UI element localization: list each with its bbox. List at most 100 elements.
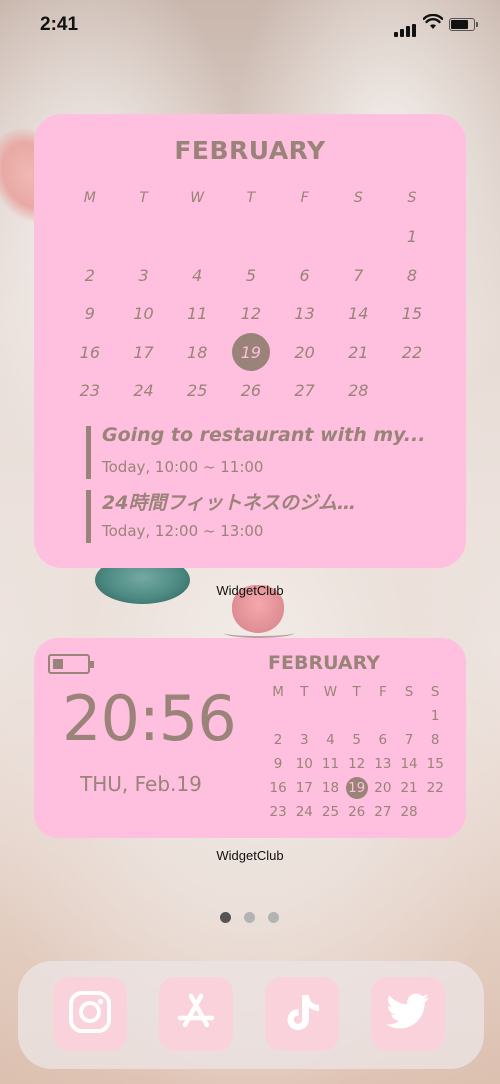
calendar-day[interactable]: 16 [63,333,117,372]
calendar-day[interactable]: 18 [317,776,343,800]
calendar-day[interactable]: 28 [396,800,422,824]
calendar-day[interactable]: 27 [370,800,396,824]
calendar-day[interactable]: 19 [344,776,370,800]
calendar-day[interactable]: 24 [117,372,171,411]
weekday-label: W [323,684,338,700]
calendar-day[interactable]: 1 [422,704,448,728]
calendar-day[interactable]: 26 [224,372,278,411]
calendar-day[interactable]: 2 [63,256,117,295]
calendar-day[interactable]: 19 [224,333,278,372]
calendar-empty-cell [370,704,396,728]
calendar-day[interactable]: 11 [170,295,224,334]
weekday-label: M [83,190,96,207]
calendar-day[interactable]: 12 [224,295,278,334]
calendar-day[interactable]: 10 [117,295,171,334]
calendar-empty-cell [344,704,370,728]
calendar-day[interactable]: 14 [396,752,422,776]
cat-mouth [224,628,294,638]
calendar-month-title: FEBRUARY [174,136,326,165]
calendar-day[interactable]: 4 [170,256,224,295]
calendar-day[interactable]: 25 [317,800,343,824]
calendar-day[interactable]: 3 [291,728,317,752]
calendar-day[interactable]: 15 [422,752,448,776]
calendar-day[interactable]: 27 [278,372,332,411]
calendar-day[interactable]: 21 [396,776,422,800]
weekday-label: T [139,190,148,207]
calendar-empty-cell [422,800,448,824]
weekday-label: S [407,190,417,207]
weekday-label: S [353,190,363,207]
calendar-day[interactable]: 28 [331,372,385,411]
calendar-day[interactable]: 11 [317,752,343,776]
calendar-day[interactable]: 18 [170,333,224,372]
calendar-day[interactable]: 7 [331,256,385,295]
weekday-label: T [246,190,256,207]
calendar-day[interactable]: 5 [344,728,370,752]
calendar-widget-large[interactable]: FEBRUARY M T W T F S S 1 2 3 4 5 6 7 8 9 10 11 12 13 14 15 16 1… [34,114,466,568]
clock-calendar-widget[interactable]: 20:56 THU, Feb.19 FEBRUARY MTWTFSS123456… [34,638,466,838]
twitter-app[interactable] [371,977,445,1051]
calendar-day[interactable]: 22 [385,333,439,372]
calendar-day[interactable]: 3 [117,256,171,295]
calendar-week-row: 23 24 25 26 27 28 [265,800,449,824]
calendar-grid: M T W T F S S 1 2 3 4 5 6 7 8 9 10 11 12 13 14 15 16 17 18 19 20 21… [63,179,439,410]
page-dot[interactable] [268,912,279,923]
calendar-day[interactable]: 20 [278,333,332,372]
calendar-empty-cell [385,372,439,411]
calendar-day[interactable]: 6 [278,256,332,295]
battery-level-icon [48,654,94,674]
page-indicator[interactable] [220,912,279,923]
calendar-week-row: 16 17 18 19 20 21 22 [63,333,439,372]
tiktok-app[interactable] [265,977,339,1051]
app-store-app[interactable] [159,977,233,1051]
calendar-day[interactable]: 20 [370,776,396,800]
page-dot[interactable] [220,912,231,923]
calendar-empty-cell [278,218,332,257]
calendar-empty-cell [331,218,385,257]
calendar-day[interactable]: 14 [331,295,385,334]
calendar-day[interactable]: 7 [396,728,422,752]
calendar-day[interactable]: 24 [291,800,317,824]
calendar-empty-cell [63,218,117,257]
calendar-day[interactable]: 10 [291,752,317,776]
calendar-day[interactable]: 23 [265,800,291,824]
calendar-day[interactable]: 1 [385,218,439,257]
widget-caption: WidgetClub [216,583,284,598]
calendar-day[interactable]: 17 [291,776,317,800]
weekday-header-row: MTWTFSS [63,179,439,218]
calendar-day[interactable]: 17 [117,333,171,372]
calendar-day[interactable]: 8 [422,728,448,752]
weekday-label: T [300,684,309,700]
calendar-empty-cell [117,218,171,257]
calendar-day[interactable]: 8 [385,256,439,295]
weekday-label: F [378,684,387,700]
calendar-day[interactable]: 9 [63,295,117,334]
calendar-day[interactable]: 21 [331,333,385,372]
clock-date: THU, Feb.19 [80,772,202,796]
instagram-app[interactable] [53,977,127,1051]
page-dot[interactable] [244,912,255,923]
weekday-label: S [430,684,440,700]
status-bar: 2:41 [0,0,500,54]
mini-calendar-month: FEBRUARY [268,652,380,674]
calendar-day[interactable]: 2 [265,728,291,752]
event-marker [86,490,91,543]
calendar-day[interactable]: 25 [170,372,224,411]
calendar-day[interactable]: 6 [370,728,396,752]
widget-caption: WidgetClub [216,848,284,863]
calendar-day[interactable]: 9 [265,752,291,776]
calendar-week-row: 1 [265,704,449,728]
calendar-empty-cell [265,704,291,728]
calendar-day[interactable]: 5 [224,256,278,295]
calendar-day[interactable]: 12 [344,752,370,776]
calendar-day[interactable]: 15 [385,295,439,334]
today-marker: 19 [345,777,368,799]
calendar-day[interactable]: 26 [344,800,370,824]
calendar-day[interactable]: 4 [317,728,343,752]
event-time: Today, 10:00 ~ 11:00 [102,458,264,476]
calendar-day[interactable]: 13 [370,752,396,776]
calendar-day[interactable]: 13 [278,295,332,334]
calendar-day[interactable]: 16 [265,776,291,800]
calendar-day[interactable]: 22 [422,776,448,800]
calendar-day[interactable]: 23 [63,372,117,411]
